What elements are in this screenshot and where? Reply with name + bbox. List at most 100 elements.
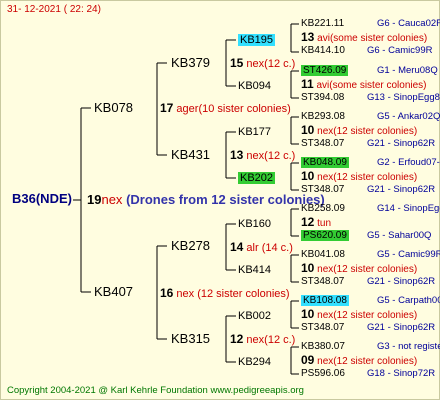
gen4-top-right-row: G2 - Erfoud07-1Q <box>377 157 440 169</box>
gen4-bottom-right: G5 - Sahar00Q <box>367 230 432 241</box>
gen4-top-node[interactable]: KB380.07 <box>301 341 345 352</box>
gen4-bottom-node[interactable]: ST394.08 <box>301 92 344 103</box>
gen4-mid-number: 09 <box>301 353 315 367</box>
gen4-top-node[interactable]: KB048.09 <box>301 157 349 168</box>
gen4-top-row: KB380.07 <box>301 341 345 353</box>
gen4-top-right-row: G6 - Cauca02R <box>377 18 440 30</box>
gen2-text: nex <box>246 58 265 70</box>
gen4-top-right: G5 - Carpath00R <box>377 295 440 306</box>
gen2-node[interactable]: KB431 <box>171 148 210 161</box>
gen4-top-right-row: G5 - Camic99R <box>377 249 440 261</box>
gen4-bottom-right-row: G21 - Sinop62R <box>367 322 435 334</box>
gen4-mid-number: 10 <box>301 169 315 183</box>
gen4-bottom-right: G18 - Sinop72R <box>367 368 436 379</box>
gen4-mid-text: nex <box>317 310 334 321</box>
gen3-node[interactable]: KB414 <box>238 264 271 276</box>
gen4-top-node[interactable]: KB293.08 <box>301 111 345 122</box>
gen4-bottom-node[interactable]: ST348.07 <box>301 138 344 149</box>
gen4-mid-row: 10 nex(12 sister colonies) <box>301 308 417 322</box>
website-link[interactable]: www.pedigreeapis.org <box>210 385 303 396</box>
gen4-top-node[interactable]: KB258.09 <box>301 203 345 214</box>
gen4-top-row: KB221.11 <box>301 18 344 30</box>
gen4-top-row: KB048.09 <box>301 157 349 169</box>
gen4-bottom-node[interactable]: PS596.06 <box>301 368 345 379</box>
gen4-mid-number: 10 <box>301 261 315 275</box>
gen1-node[interactable]: KB078 <box>94 101 133 114</box>
gen4-mid-text: avi <box>317 33 330 44</box>
gen4-mid-number: 10 <box>301 123 315 137</box>
gen4-bottom-right-row: G6 - Camic99R <box>367 45 432 57</box>
gen4-bottom-node[interactable]: ST348.07 <box>301 276 344 287</box>
gen4-bottom-node[interactable]: KB414.10 <box>301 45 345 56</box>
gen3-node[interactable]: KB195 <box>238 34 276 46</box>
root-queen-info: 19nex (Drones from 12 sister colonies) <box>87 193 325 206</box>
gen4-mid-paren: (12 sister colonies) <box>333 310 418 321</box>
gen4-top-row: KB041.08 <box>301 249 345 261</box>
gen4-mid-number: 11 <box>301 77 314 91</box>
gen4-mid-paren: (some sister colonies) <box>329 33 428 44</box>
gen2-node[interactable]: KB379 <box>171 56 210 69</box>
gen2-text: nex <box>246 150 265 162</box>
gen3-node[interactable]: KB202 <box>238 172 276 184</box>
gen4-bottom-node[interactable]: PS620.09 <box>301 230 349 241</box>
gen2-text: alr <box>246 242 259 254</box>
gen4-bottom-row: ST348.07 <box>301 276 344 288</box>
gen4-bottom-node[interactable]: ST348.07 <box>301 322 344 333</box>
gen4-mid-text: tun <box>317 218 332 229</box>
gen4-bottom-node[interactable]: ST348.07 <box>301 184 344 195</box>
gen3-node[interactable]: KB160 <box>238 218 271 230</box>
gen4-bottom-right-row: G21 - Sinop62R <box>367 276 435 288</box>
gen4-bottom-row: ST348.07 <box>301 138 344 150</box>
gen4-mid-paren: (some sister colonies) <box>329 80 427 91</box>
gen4-mid-row: 10 nex(12 sister colonies) <box>301 124 417 138</box>
copyright-text: Copyright 2004-2021 @ Karl Kehrle Founda… <box>7 385 208 396</box>
gen1-info: 17 ager(10 sister colonies) <box>160 102 291 115</box>
gen4-mid-text: nex <box>317 126 334 137</box>
gen4-top-right-row: G1 - Meru08Q <box>377 65 438 77</box>
gen4-top-node[interactable]: KB108.08 <box>301 295 349 306</box>
gen4-top-node[interactable]: ST426.09 <box>301 65 349 76</box>
gen4-mid-paren: (12 sister colonies) <box>333 356 418 367</box>
gen4-bottom-right-row: G21 - Sinop62R <box>367 138 435 150</box>
footer: Copyright 2004-2021 @ Karl Kehrle Founda… <box>7 385 304 397</box>
gen4-bottom-right-row: G5 - Sahar00Q <box>367 230 431 242</box>
gen4-bottom-right-row: G13 - SinopEgg86R <box>367 92 440 104</box>
report-date: 31- 12-2021 ( 22: 24) <box>7 4 101 15</box>
gen2-number: 13 <box>230 148 244 162</box>
gen2-info: 15 nex(12 c.) <box>230 57 295 70</box>
gen4-bottom-right: G6 - Camic99R <box>367 45 433 56</box>
gen3-node[interactable]: KB177 <box>238 126 271 138</box>
gen2-info: 14 alr (14 c.) <box>230 241 293 254</box>
gen4-mid-text: nex <box>317 356 334 367</box>
gen4-top-node[interactable]: KB221.11 <box>301 18 344 29</box>
gen4-top-row: KB108.08 <box>301 295 349 307</box>
gen4-mid-number: 10 <box>301 307 315 321</box>
gen2-info: 12 nex(12 c.) <box>230 333 295 346</box>
gen4-bottom-right: G21 - Sinop62R <box>367 184 436 195</box>
gen4-bottom-row: ST348.07 <box>301 322 344 334</box>
gen1-text: ager <box>176 103 199 115</box>
gen4-bottom-row: PS620.09 <box>301 230 349 242</box>
gen2-node[interactable]: KB278 <box>171 239 210 252</box>
gen3-node[interactable]: KB294 <box>238 356 271 368</box>
gen4-mid-row: 12 tun <box>301 216 331 230</box>
gen4-top-row: KB293.08 <box>301 111 345 123</box>
gen4-top-right-row: G5 - Ankar02Q <box>377 111 440 123</box>
gen3-node[interactable]: KB002 <box>238 310 271 322</box>
gen3-node[interactable]: KB094 <box>238 80 271 92</box>
gen4-mid-paren: (12 sister colonies) <box>333 264 418 275</box>
pedigree-canvas: { "date": "31- 12-2021 ( 22: 24)", "root… <box>0 0 440 400</box>
gen2-number: 14 <box>230 240 244 254</box>
gen2-node[interactable]: KB315 <box>171 332 210 345</box>
root-queen-name[interactable]: B36(NDE) <box>12 192 72 205</box>
gen1-node[interactable]: KB407 <box>94 285 133 298</box>
gen4-top-right: G3 - not registe <box>377 341 440 352</box>
gen1-paren: (12 sister colonies) <box>194 288 290 300</box>
gen4-bottom-row: PS596.06 <box>301 368 345 380</box>
gen4-top-right-row: G14 - SinopEgg86R <box>377 203 440 215</box>
gen4-bottom-row: ST348.07 <box>301 184 344 196</box>
gen4-bottom-right: G13 - SinopEgg86R <box>367 92 440 103</box>
gen4-top-node[interactable]: KB041.08 <box>301 249 345 260</box>
gen1-number: 17 <box>160 101 174 115</box>
gen4-top-right-row: G3 - not registe <box>377 341 440 353</box>
